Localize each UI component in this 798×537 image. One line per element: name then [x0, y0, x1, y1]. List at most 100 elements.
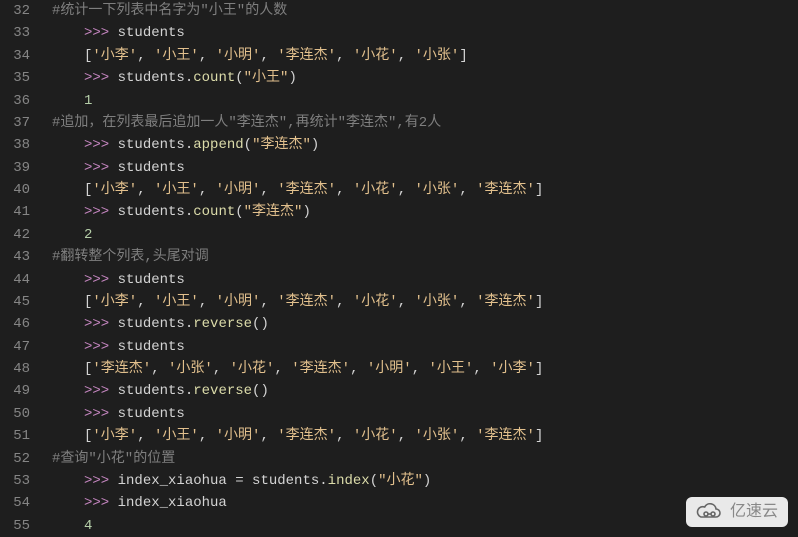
func-token: count — [193, 67, 235, 89]
str-token: "小王" — [244, 67, 289, 89]
punct-token: , — [350, 358, 367, 380]
code-line[interactable]: #追加，在列表最后追加一人"李连杰",再统计"李连杰",有2人 — [52, 112, 798, 134]
punct-token: , — [213, 358, 230, 380]
line-number: 37 — [8, 112, 30, 134]
punct-token: , — [336, 425, 353, 447]
comment-token: #翻转整个列表,头尾对调 — [52, 246, 209, 268]
code-line[interactable]: ['小李', '小王', '小明', '李连杰', '小花', '小张', '李… — [52, 179, 798, 201]
str-token: '小李' — [92, 425, 137, 447]
code-line[interactable]: >>> students.append("李连杰") — [52, 134, 798, 156]
str-token: '小李' — [92, 291, 137, 313]
code-line[interactable]: ['李连杰', '小张', '小花', '李连杰', '小明', '小王', '… — [52, 358, 798, 380]
code-line[interactable]: >>> index_xiaohua = students.index("小花") — [52, 470, 798, 492]
str-token: '小明' — [367, 358, 412, 380]
code-line[interactable]: >>> students.reverse() — [52, 380, 798, 402]
punct-token: , — [137, 425, 154, 447]
str-token: '李连杰' — [92, 358, 151, 380]
line-number: 48 — [8, 358, 30, 380]
code-line[interactable]: >>> students.count("小王") — [52, 67, 798, 89]
code-line[interactable]: >>> students — [52, 157, 798, 179]
line-number: 38 — [8, 134, 30, 156]
line-number: 51 — [8, 425, 30, 447]
punct-token: , — [199, 291, 216, 313]
str-token: '小张' — [415, 425, 460, 447]
str-token: '李连杰' — [277, 425, 336, 447]
punct-token: , — [199, 425, 216, 447]
punct-token: , — [336, 45, 353, 67]
code-line[interactable]: 1 — [52, 90, 798, 112]
dot-token: . — [319, 470, 327, 492]
str-token: '小花' — [353, 45, 398, 67]
code-area[interactable]: #统计一下列表中名字为"小王"的人数>>> students['小李', '小王… — [48, 0, 798, 537]
str-token: '小王' — [154, 291, 199, 313]
str-token: '李连杰' — [277, 45, 336, 67]
punct-token: ( — [244, 134, 252, 156]
code-line[interactable]: ['小李', '小王', '小明', '李连杰', '小花', '小张', '李… — [52, 425, 798, 447]
line-number: 33 — [8, 22, 30, 44]
code-editor[interactable]: 3233343536373839404142434445464748495051… — [0, 0, 798, 537]
code-line[interactable]: ['小李', '小王', '小明', '李连杰', '小花', '小张'] — [52, 45, 798, 67]
str-token: '小明' — [216, 291, 261, 313]
dot-token: . — [185, 313, 193, 335]
code-line[interactable]: >>> students — [52, 336, 798, 358]
op-token: = — [227, 470, 252, 492]
punct-token: ) — [311, 134, 319, 156]
line-number: 50 — [8, 403, 30, 425]
line-number: 34 — [8, 45, 30, 67]
code-line[interactable]: >>> students.reverse() — [52, 313, 798, 335]
dot-token: . — [185, 134, 193, 156]
punct-token: ( — [370, 470, 378, 492]
punct-token: , — [398, 179, 415, 201]
prompt-token: >>> — [84, 380, 118, 402]
str-token: '小明' — [216, 179, 261, 201]
prompt-token: >>> — [84, 134, 118, 156]
punct-token: [ — [84, 425, 92, 447]
str-token: '李连杰' — [476, 179, 535, 201]
punct-token: ) — [288, 67, 296, 89]
var-token: students — [118, 157, 185, 179]
prompt-token: >>> — [84, 313, 118, 335]
func-token: index — [328, 470, 370, 492]
line-number: 36 — [8, 90, 30, 112]
dot-token: . — [185, 201, 193, 223]
punct-token: [ — [84, 358, 92, 380]
func-token: reverse — [193, 380, 252, 402]
str-token: '小花' — [353, 425, 398, 447]
func-token: append — [193, 134, 243, 156]
var-token: students — [118, 22, 185, 44]
str-token: '小明' — [216, 425, 261, 447]
line-number: 39 — [8, 157, 30, 179]
line-number: 32 — [8, 0, 30, 22]
prompt-token: >>> — [84, 201, 118, 223]
punct-token: ] — [535, 358, 543, 380]
code-line[interactable]: 2 — [52, 224, 798, 246]
punct-token: , — [260, 45, 277, 67]
str-token: '小李' — [92, 179, 137, 201]
var-token: students — [118, 134, 185, 156]
code-line[interactable]: #查询"小花"的位置 — [52, 448, 798, 470]
punct-token: ( — [235, 67, 243, 89]
line-number: 54 — [8, 492, 30, 514]
code-line[interactable]: >>> students — [52, 22, 798, 44]
punct-token: ] — [535, 425, 543, 447]
str-token: '小花' — [353, 179, 398, 201]
code-line[interactable]: #翻转整个列表,头尾对调 — [52, 246, 798, 268]
punct-token: , — [459, 291, 476, 313]
code-line[interactable]: >>> students.count("李连杰") — [52, 201, 798, 223]
punct-token: , — [412, 358, 429, 380]
line-number: 47 — [8, 336, 30, 358]
punct-token: , — [459, 179, 476, 201]
code-line[interactable]: >>> students — [52, 269, 798, 291]
str-token: '李连杰' — [277, 179, 336, 201]
code-line[interactable]: ['小李', '小王', '小明', '李连杰', '小花', '小张', '李… — [52, 291, 798, 313]
dot-token: . — [185, 67, 193, 89]
str-token: '小李' — [490, 358, 535, 380]
code-line[interactable]: >>> students — [52, 403, 798, 425]
punct-token: () — [252, 313, 269, 335]
punct-token: , — [398, 291, 415, 313]
str-token: '小花' — [230, 358, 275, 380]
code-line[interactable]: #统计一下列表中名字为"小王"的人数 — [52, 0, 798, 22]
str-token: '小张' — [415, 291, 460, 313]
punct-token: , — [260, 291, 277, 313]
comment-token: #追加，在列表最后追加一人"李连杰",再统计"李连杰",有2人 — [52, 112, 441, 134]
